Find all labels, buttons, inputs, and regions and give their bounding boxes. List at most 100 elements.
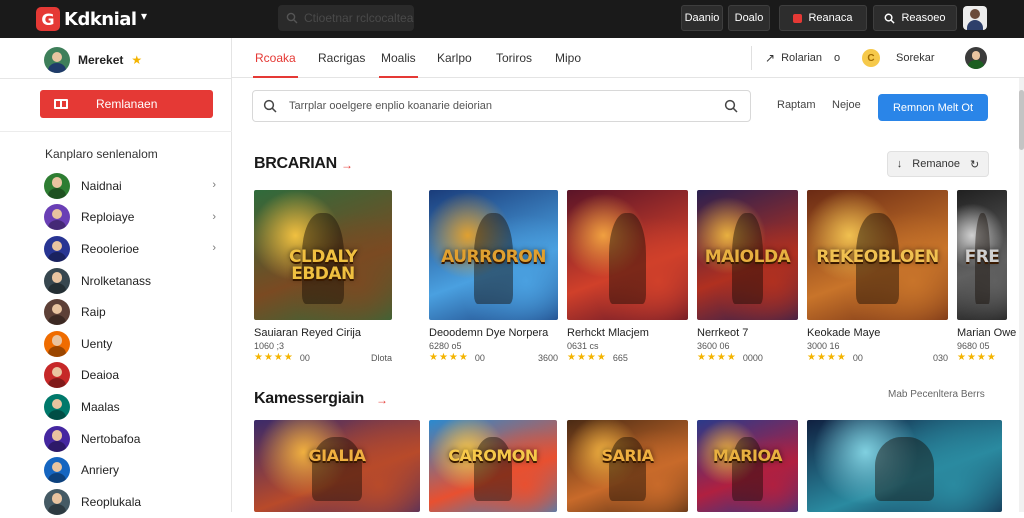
game-card-subtitle: 0631 cs [567,341,599,351]
sidebar: Mereket ★ Remlanaen Kanplaro senlenalom … [0,38,232,515]
top-button-4[interactable]: Reasoeo [873,5,957,31]
top-search-placeholder: Ctioetnar rclcocaltea [304,11,414,25]
sidebar-item-avatar [44,457,70,484]
tab-0[interactable]: Rcoaka [253,38,298,78]
arrow-right-icon[interactable]: → [341,158,353,172]
game-card-meta: 3600 [537,352,558,363]
subnav-avatar[interactable] [965,38,987,78]
game-thumbnail[interactable]: SARIA [567,420,688,512]
game-thumbnail[interactable] [567,190,688,320]
tab-3[interactable]: Karlpo [437,38,472,78]
sidebar-item[interactable]: Nertobafoa [44,423,220,455]
sidebar-item-label: Reoolerioe [81,241,140,256]
top-button-1[interactable]: Daanio [681,5,723,31]
subnav-item-1[interactable]: ↗ Rolarian o [765,38,840,78]
game-thumbnail[interactable]: CLDALY EBDAN [254,190,392,320]
game-thumbnail[interactable]: FRE [957,190,1007,320]
divider [0,78,232,79]
chevron-right-icon[interactable]: › [212,179,216,191]
game-thumbnail[interactable]: REKEOBLOEN [807,190,948,320]
profile-row[interactable]: Mereket ★ [44,46,142,74]
profile-avatar [44,47,70,73]
sidebar-heading: Kanplaro senlenalom [45,147,158,161]
record-icon [793,13,803,23]
sidebar-item[interactable]: Deaioa [44,360,220,392]
game-card[interactable]: GIALIA [254,420,420,512]
sidebar-item[interactable]: Reoolerioe › [44,233,220,265]
tab-underline [253,76,298,78]
game-card-rating: ★★★★ 665 [567,352,688,363]
app-logo[interactable]: G Kdknial [36,6,137,32]
logo-chevron-down-icon[interactable]: ▾ [141,9,147,23]
sidebar-item[interactable]: Uenty [44,328,220,360]
game-card-name: Sauiaran Reyed Cirija [254,327,361,339]
top-button-3[interactable]: Reanaca [779,5,867,31]
arrow-right-icon[interactable]: → [376,393,388,407]
sidebar-item-label: Reoplukala [81,494,142,509]
scrollbar-thumb[interactable] [1019,90,1024,150]
game-thumbnail[interactable]: GIALIA [254,420,420,512]
search-link-1[interactable]: Raptam [777,99,816,111]
top-button-2[interactable]: Doalo [728,5,770,31]
top-bar: G Kdknial ▾ Ctioetnar rclcocaltea Daanio… [0,0,1024,38]
search-icon[interactable] [724,99,738,113]
game-card[interactable]: MARIOA [697,420,798,512]
game-thumbnail-title: MARIOA [712,445,783,465]
game-card[interactable]: SARIA [567,420,688,512]
game-thumbnail[interactable] [807,420,1002,512]
game-thumbnail[interactable]: CAROMON [429,420,557,512]
game-card[interactable]: FRE Marian Owe 9680 05 ★★★★ [957,190,1016,370]
game-card[interactable]: CAROMON [429,420,557,512]
top-search-input[interactable]: Ctioetnar rclcocaltea [278,5,414,31]
tab-4[interactable]: Toriros [496,38,532,78]
game-card[interactable]: Rerhckt Mlacjem 0631 cs ★★★★ 665 [567,190,688,370]
rating-stars-icon: ★★★★ [567,352,607,363]
section-2-link[interactable]: Mab Pecenltera Berrs [888,389,985,400]
sidebar-item[interactable]: Reploiaye › [44,202,220,234]
sidebar-cta-button[interactable]: Remlanaen [40,90,213,118]
game-card[interactable] [807,420,1002,512]
logo-mark-icon: G [36,7,60,31]
tab-1[interactable]: Racrigas [318,38,365,78]
game-thumbnail[interactable]: MARIOA [697,420,798,512]
game-card-meta: 030 [932,352,948,363]
sidebar-item[interactable]: Naidnai › [44,170,220,202]
arrow-icon: ↗ [765,51,776,65]
rating-stars-icon: ★★★★ [957,352,997,363]
tab-label: Mipo [555,51,582,65]
game-card[interactable]: CLDALY EBDAN Sauiaran Reyed Cirija 1060 ;3… [254,190,392,370]
game-thumbnail-title: SARIA [601,445,654,465]
sidebar-item[interactable]: Nrolketanass [44,265,220,297]
sidebar-item-avatar [44,362,70,389]
tab-5[interactable]: Mipo [555,38,581,78]
game-thumbnail[interactable]: MAIOLDA [697,190,798,320]
divider [0,131,232,132]
game-search-input[interactable]: Tarrplar ooelgere enplio koanarie deiori… [252,90,751,122]
chevron-right-icon[interactable]: › [212,211,216,223]
primary-action-button[interactable]: Remnon Melt Ot [878,94,988,121]
search-icon [885,13,896,24]
sidebar-item[interactable]: Maalas [44,391,220,423]
user-avatar[interactable] [963,6,987,30]
scrollbar[interactable] [1019,78,1024,512]
sidebar-item[interactable]: Anriery [44,454,220,486]
rating-stars-icon: ★★★★ [697,352,737,363]
tab-2[interactable]: Moalis [379,38,418,78]
game-card-subtitle: 3600 06 [697,341,730,351]
sidebar-item[interactable]: Reoplukala [44,486,220,518]
search-link-2[interactable]: Nejoe [832,99,861,111]
coin-button[interactable]: C [862,38,880,78]
tab-label: Moalis [381,51,416,65]
subnav-item-1-label: Rolarian [781,52,823,64]
sidebar-item-label: Raip [81,305,106,320]
game-card[interactable]: AURRORON Deoodemn Dye Norpera 6280 o5 ★★★★ 0… [429,190,558,370]
game-card[interactable]: REKEOBLOEN Keokade Maye 3000 16 ★★★★ 00 030 [807,190,948,370]
game-card[interactable]: MAIOLDA Nerrkeot 7 3600 06 ★★★★ 0000 [697,190,798,370]
chevron-right-icon[interactable]: › [212,242,216,254]
subnav-item-2[interactable]: Sorekar [896,38,935,78]
sidebar-item[interactable]: Raip [44,296,220,328]
game-thumbnail[interactable]: AURRORON [429,190,558,320]
section-1-button[interactable]: ↓ Remanoe ↻ [887,151,989,177]
game-card-subtitle: 9680 05 [957,341,990,351]
sidebar-item-avatar [44,425,70,452]
